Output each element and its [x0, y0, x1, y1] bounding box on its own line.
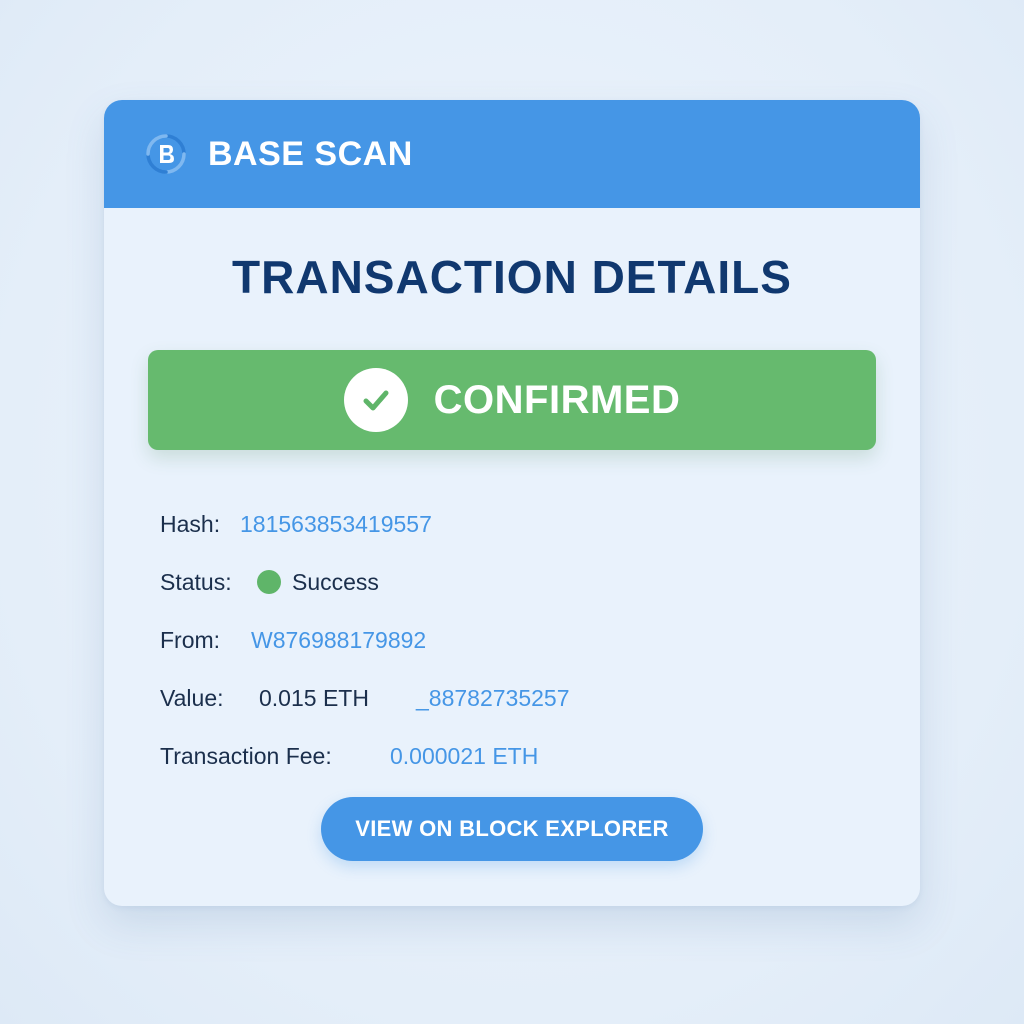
success-status-dot [257, 570, 281, 594]
brand-name: BASE SCAN [208, 134, 413, 173]
detail-row-from: From: W876988179892 [160, 611, 860, 669]
detail-row-hash: Hash: 181563853419557 [160, 495, 860, 553]
confirmed-banner: CONFIRMED [148, 350, 876, 450]
hash-label: Hash: [160, 511, 221, 537]
transaction-details: Hash: 181563853419557 Status: Success Fr… [160, 495, 860, 785]
check-circle-icon [343, 368, 408, 432]
detail-row-value: Value: 0.015 ETH _88782735257 [160, 669, 860, 727]
detail-row-status: Status: Success [160, 553, 860, 611]
fee-label: Transaction Fee: [160, 743, 332, 769]
card-header: BASE SCAN [104, 100, 920, 208]
page-title: TRANSACTION DETAILS [232, 251, 792, 303]
value-extra-link[interactable]: _88782735257 [416, 669, 570, 727]
detail-row-fee: Transaction Fee: 0.000021 ETH [160, 727, 860, 785]
view-on-block-explorer-button[interactable]: VIEW ON BLOCK EXPLORER [321, 797, 703, 861]
from-label: From: [160, 627, 221, 653]
base-logo-icon [144, 132, 188, 176]
value-amount: 0.015 ETH [259, 685, 369, 711]
confirmed-label: CONFIRMED [433, 377, 681, 422]
fee-value: 0.000021 ETH [390, 743, 539, 769]
value-label: Value: [160, 685, 224, 711]
page: BASE SCAN TRANSACTION DETAILS CONFIRMED … [0, 0, 1024, 1024]
from-address-link[interactable]: W876988179892 [251, 611, 426, 669]
hash-value-link[interactable]: 181563853419557 [240, 495, 432, 553]
status-value: Success [292, 569, 379, 595]
status-label: Status: [160, 569, 232, 595]
transaction-card: BASE SCAN TRANSACTION DETAILS CONFIRMED … [104, 100, 920, 906]
